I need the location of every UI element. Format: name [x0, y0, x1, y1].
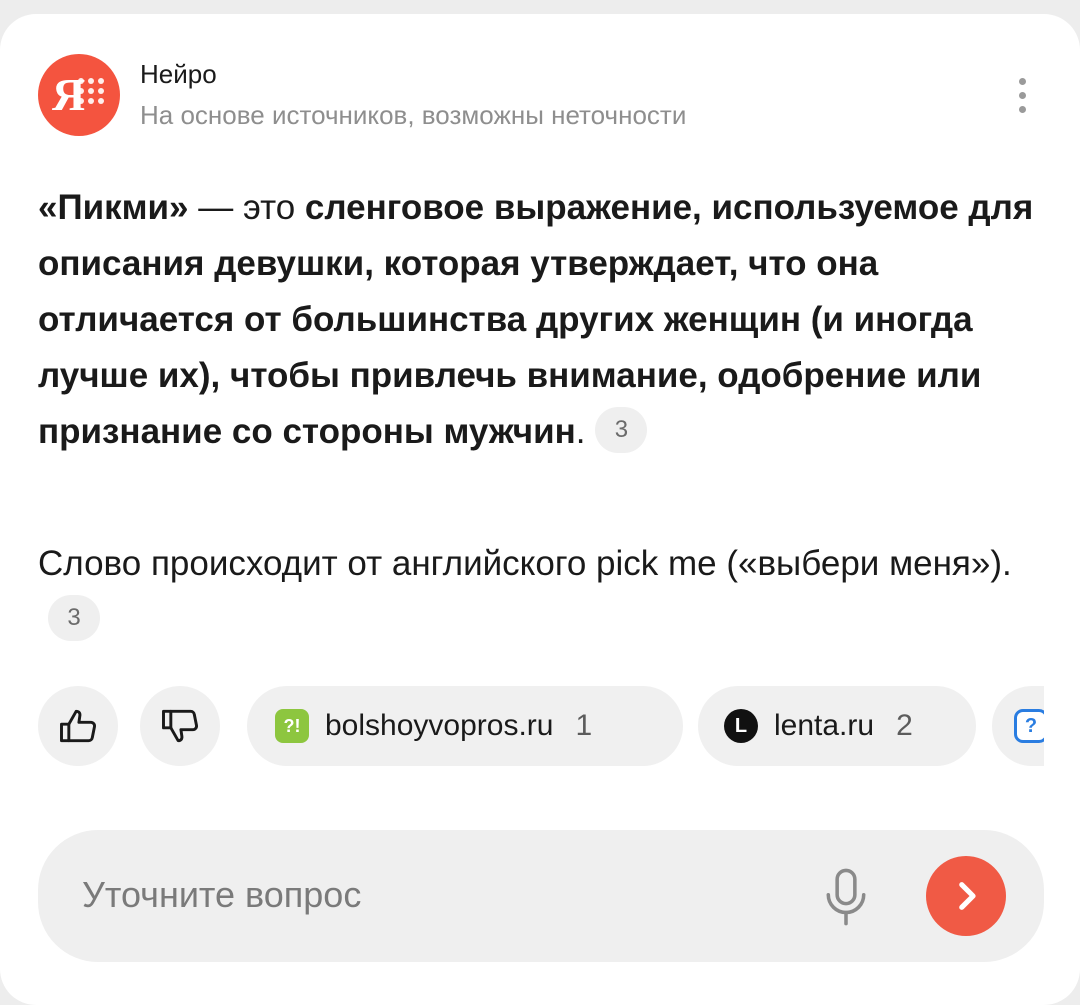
chevron-right-icon — [959, 882, 976, 910]
action-chips-row: ?! bolshoyvopros.ru 1 L lenta.ru 2 ? — [38, 686, 1044, 770]
thumbs-up-icon — [60, 709, 96, 743]
neuro-logo: Я — [38, 54, 120, 136]
like-button[interactable] — [38, 686, 118, 766]
answer-paragraph-1: «Пикми» — это сленговое выражение, испол… — [38, 180, 1048, 460]
dislike-button[interactable] — [140, 686, 220, 766]
source-chip-count: 1 — [575, 709, 593, 742]
follow-up-placeholder: Уточните вопрос — [82, 874, 362, 915]
lenta-favicon-icon: L — [724, 709, 758, 743]
follow-up-input[interactable]: Уточните вопрос — [38, 830, 1044, 962]
source-chip-bolshoyvopros[interactable]: ?! bolshoyvopros.ru 1 — [247, 686, 683, 766]
source-chip-label: lenta.ru — [774, 709, 875, 742]
answer-paragraph-2: Слово происходит от английского pick me … — [38, 536, 1038, 648]
answer-period: . — [575, 412, 586, 451]
bolshoyvopros-favicon-icon: ?! — [275, 709, 309, 743]
source-chip-more[interactable]: ? — [992, 686, 1044, 766]
source-chip-label: bolshoyvopros.ru — [325, 709, 554, 742]
microphone-icon[interactable] — [818, 866, 874, 928]
logo-dots-icon — [78, 78, 108, 112]
disclaimer-subtitle: На основе источников, возможны неточност… — [140, 100, 687, 130]
send-button[interactable] — [926, 856, 1006, 936]
app-name: Нейро — [140, 59, 217, 89]
answer-connector: — это — [188, 188, 305, 227]
source-chip-lenta[interactable]: L lenta.ru 2 — [698, 686, 976, 766]
more-options-icon[interactable] — [1006, 74, 1038, 118]
answer-term: «Пикми» — [38, 188, 189, 227]
source-ref-badge[interactable]: 3 — [48, 594, 100, 641]
question-favicon-icon: ? — [1014, 709, 1044, 743]
answer-definition: сленговое выражение, используемое для оп… — [38, 188, 1034, 451]
etymology-text: Слово происходит от английского pick me … — [38, 544, 1012, 583]
source-chip-count: 2 — [896, 709, 913, 742]
source-ref-badge[interactable]: 3 — [595, 406, 648, 453]
thumbs-down-icon — [162, 709, 198, 743]
